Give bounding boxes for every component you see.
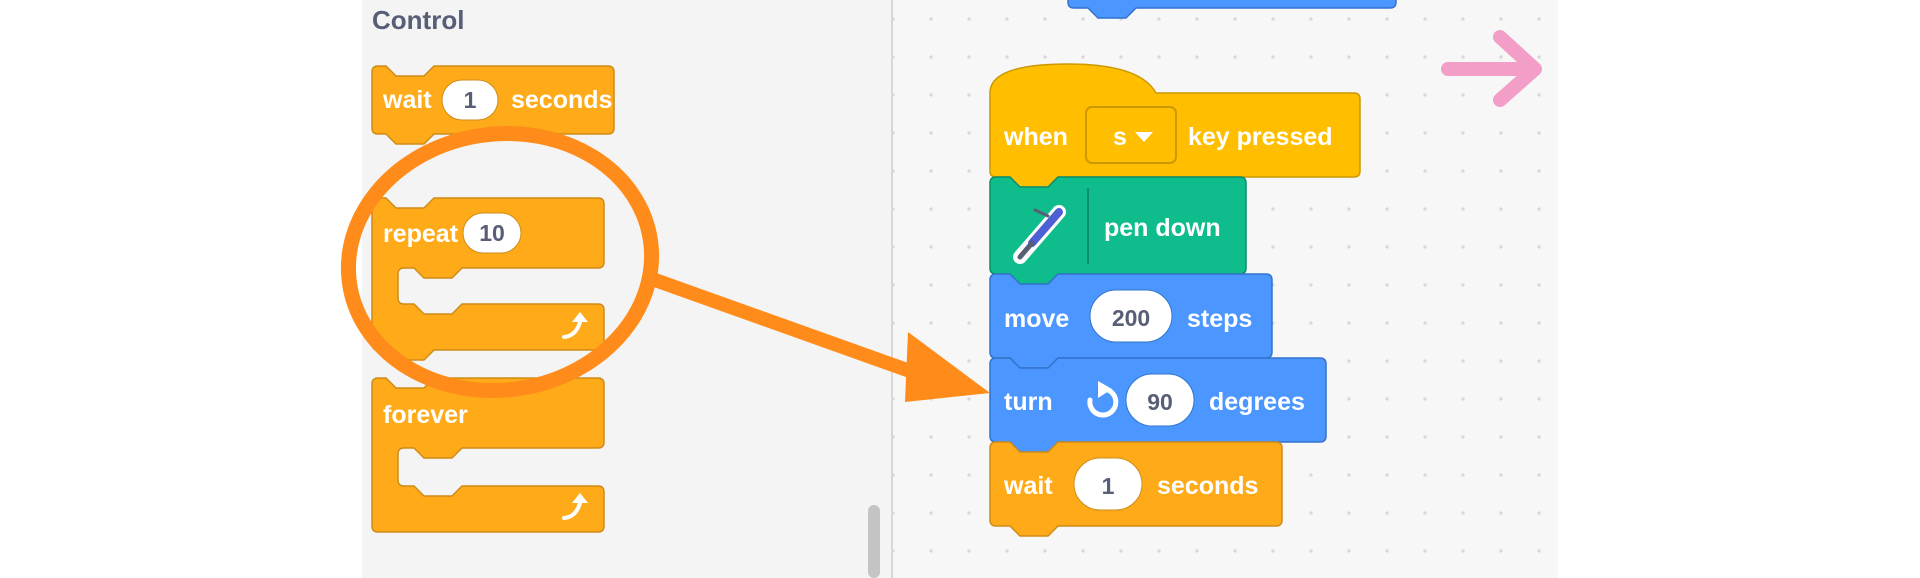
palette-repeat-label: repeat: [383, 220, 459, 248]
move-steps-block[interactable]: move 200 steps: [989, 273, 1273, 369]
seconds-label: seconds: [1157, 472, 1258, 500]
key-dropdown[interactable]: [1085, 106, 1177, 164]
palette-wait-value: 1: [464, 87, 477, 113]
move-steps-value: 200: [1112, 305, 1150, 331]
palette-repeat-value: 10: [479, 220, 505, 246]
turn-degrees-value: 90: [1147, 389, 1173, 415]
palette-category-title: Control: [372, 5, 464, 35]
wait-seconds-value: 1: [1102, 473, 1115, 499]
palette-seconds-label: seconds: [511, 86, 612, 114]
wait-label: wait: [1003, 472, 1053, 500]
turn-degrees-block[interactable]: turn 90 degrees: [989, 357, 1327, 453]
key-pressed-label: key pressed: [1188, 123, 1333, 151]
when-label: when: [1003, 123, 1068, 151]
scratch-editor-screenshot: Control wait 1 seconds repeat 10 forever…: [340, 0, 1558, 578]
wait-seconds-block[interactable]: wait 1 seconds: [989, 441, 1283, 537]
key-value: s: [1113, 123, 1127, 151]
turn-label: turn: [1004, 388, 1053, 416]
palette-forever-label: forever: [383, 401, 468, 429]
palette-wait-label: wait: [382, 86, 432, 114]
degrees-label: degrees: [1209, 388, 1305, 416]
palette-scrollbar[interactable]: [868, 505, 880, 578]
pen-down-label: pen down: [1104, 214, 1221, 242]
pen-down-block[interactable]: pen down: [989, 176, 1247, 285]
steps-label: steps: [1187, 305, 1252, 333]
move-label: move: [1004, 305, 1069, 333]
